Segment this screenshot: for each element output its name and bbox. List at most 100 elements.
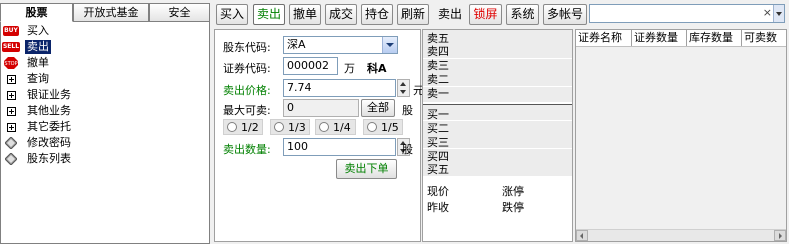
tree-item-label: 股东列表 bbox=[27, 152, 71, 165]
sell-price-input[interactable]: 7.74 bbox=[283, 79, 396, 97]
tree-item-sell[interactable]: SELL 卖出 bbox=[1, 39, 51, 55]
order-book-panel: 卖五 卖四 卖三 卖二 卖一 买一 买二 买三 买四 买五 现价 涨停 昨收 跌… bbox=[422, 29, 573, 242]
tree-item-other-orders[interactable]: 其它委托 bbox=[3, 119, 73, 135]
plus-icon[interactable] bbox=[3, 120, 19, 134]
scroll-left-icon[interactable] bbox=[576, 230, 588, 241]
horizontal-scrollbar[interactable] bbox=[576, 229, 786, 241]
table-body[interactable] bbox=[576, 48, 786, 229]
ask-level-2: 卖二 bbox=[427, 73, 449, 86]
fraction-radio-fifth[interactable]: 1/5 bbox=[363, 119, 403, 135]
sell-quantity-value: 100 bbox=[287, 140, 308, 153]
fraction-label: 1/2 bbox=[241, 120, 259, 134]
tree-item-label: 买入 bbox=[27, 24, 49, 37]
sell-quantity-input[interactable]: 100 bbox=[283, 138, 396, 156]
tab-open-funds[interactable]: 开放式基金 bbox=[73, 3, 149, 22]
cancel-order-icon: STOP bbox=[3, 56, 19, 70]
tree-item-shareholder-list[interactable]: 股东列表 bbox=[3, 151, 73, 167]
tree-item-query[interactable]: 查询 bbox=[3, 71, 51, 87]
fraction-label: 1/3 bbox=[288, 120, 306, 134]
shareholder-code-value: 深A bbox=[287, 38, 306, 51]
tree-item-label: 撤单 bbox=[27, 56, 49, 69]
submit-sell-button[interactable]: 卖出下单 bbox=[336, 159, 397, 179]
toolbar-buy-button[interactable]: 买入 bbox=[216, 4, 248, 25]
row-divider bbox=[423, 58, 572, 59]
tree-item-label: 其它委托 bbox=[27, 120, 71, 133]
bid-level-5: 买五 bbox=[427, 163, 449, 176]
fraction-radio-third[interactable]: 1/3 bbox=[270, 119, 310, 135]
tree-item-label: 其他业务 bbox=[27, 104, 71, 117]
toolbar-refresh-button[interactable]: 刷新 bbox=[397, 4, 429, 25]
current-price-label: 现价 bbox=[427, 185, 449, 198]
chevron-down-icon[interactable] bbox=[382, 37, 397, 53]
clear-icon[interactable]: × bbox=[763, 6, 772, 19]
top-search-combo[interactable]: × bbox=[589, 4, 785, 23]
holdings-table: 证券名称 证券数量 库存数量 可卖数 bbox=[575, 29, 787, 242]
bid-level-4: 买四 bbox=[427, 150, 449, 163]
bid-level-2: 买二 bbox=[427, 122, 449, 135]
tree-item-cancel[interactable]: STOP 撤单 bbox=[3, 55, 51, 71]
sell-icon: SELL bbox=[1, 42, 21, 52]
tab-stocks[interactable]: 股票 bbox=[0, 3, 73, 22]
sell-quantity-label: 卖出数量: bbox=[223, 143, 271, 156]
toolbar-holdings-button[interactable]: 持仓 bbox=[361, 4, 393, 25]
tree-item-other-business[interactable]: 其他业务 bbox=[3, 103, 73, 119]
shareholder-code-label: 股东代码: bbox=[223, 41, 271, 54]
sell-order-form: 股东代码: 深A 证券代码: 000002 万 科A 卖出价格: 7.74 元 … bbox=[214, 29, 424, 242]
toolbar-lock-button[interactable]: 锁屏 bbox=[469, 4, 502, 25]
fraction-label: 1/4 bbox=[333, 120, 351, 134]
tree-item-label: 卖出 bbox=[25, 40, 51, 54]
fraction-radio-half[interactable]: 1/2 bbox=[223, 119, 263, 135]
sell-all-button[interactable]: 全部 bbox=[361, 99, 395, 117]
diamond-icon bbox=[3, 136, 19, 150]
ask-level-5: 卖五 bbox=[427, 32, 449, 45]
left-tab-bar: 股票 开放式基金 安全 bbox=[0, 3, 210, 22]
security-code-label: 证券代码: bbox=[223, 62, 271, 75]
tree-item-label: 修改密码 bbox=[27, 136, 71, 149]
diamond-icon bbox=[3, 152, 19, 166]
function-tree: BUY 买入 SELL 卖出 STOP 撤单 查询 银证业务 其他业务 其它委托… bbox=[0, 22, 210, 244]
column-header-sellable-qty[interactable]: 可卖数 bbox=[742, 30, 786, 46]
svg-text:STOP: STOP bbox=[4, 61, 17, 67]
toolbar-deals-button[interactable]: 成交 bbox=[325, 4, 357, 25]
max-unit: 股 bbox=[402, 104, 413, 117]
toolbar-sell-text[interactable]: 卖出 bbox=[433, 4, 467, 25]
toolbar-cancel-button[interactable]: 撤单 bbox=[289, 4, 321, 25]
security-code-input[interactable]: 000002 bbox=[283, 57, 338, 75]
max-sellable-value: 0 bbox=[287, 101, 294, 114]
security-name-part1: 万 bbox=[344, 62, 355, 75]
security-code-value: 000002 bbox=[287, 59, 329, 72]
row-divider bbox=[423, 148, 572, 149]
ask-level-1: 卖一 bbox=[427, 87, 449, 100]
tree-item-buy[interactable]: BUY 买入 bbox=[3, 23, 51, 39]
max-sellable-label: 最大可卖: bbox=[223, 104, 271, 117]
radio-icon bbox=[319, 122, 329, 132]
limit-down-label: 跌停 bbox=[502, 201, 524, 214]
max-sellable-field: 0 bbox=[283, 99, 359, 117]
scroll-right-icon[interactable] bbox=[774, 230, 786, 241]
plus-icon[interactable] bbox=[3, 104, 19, 118]
previous-close-label: 昨收 bbox=[427, 201, 449, 214]
tree-item-bank-securities[interactable]: 银证业务 bbox=[3, 87, 73, 103]
tree-item-label: 银证业务 bbox=[27, 88, 71, 101]
toolbar-system-button[interactable]: 系统 bbox=[506, 4, 539, 25]
fraction-radio-quarter[interactable]: 1/4 bbox=[315, 119, 356, 135]
plus-icon[interactable] bbox=[3, 88, 19, 102]
column-header-security-qty[interactable]: 证券数量 bbox=[632, 30, 687, 46]
tree-item-change-password[interactable]: 修改密码 bbox=[3, 135, 73, 151]
toolbar-multi-account-button[interactable]: 多帐号 bbox=[543, 4, 587, 25]
radio-icon bbox=[274, 122, 284, 132]
column-header-stock-qty[interactable]: 库存数量 bbox=[687, 30, 742, 46]
row-divider bbox=[423, 120, 572, 121]
quantity-unit: 股 bbox=[402, 143, 413, 156]
tab-security[interactable]: 安全 bbox=[149, 3, 210, 22]
chevron-down-icon[interactable] bbox=[773, 5, 784, 22]
shareholder-code-select[interactable]: 深A bbox=[283, 36, 398, 54]
ask-level-3: 卖三 bbox=[427, 59, 449, 72]
toolbar-sell-button[interactable]: 卖出 bbox=[253, 4, 285, 25]
price-stepper[interactable] bbox=[397, 79, 410, 97]
row-divider bbox=[423, 86, 572, 87]
plus-icon[interactable] bbox=[3, 72, 19, 86]
limit-up-label: 涨停 bbox=[502, 185, 524, 198]
ask-levels: 卖五 卖四 卖三 卖二 卖一 bbox=[423, 30, 572, 102]
column-header-security-name[interactable]: 证券名称 bbox=[576, 30, 632, 46]
